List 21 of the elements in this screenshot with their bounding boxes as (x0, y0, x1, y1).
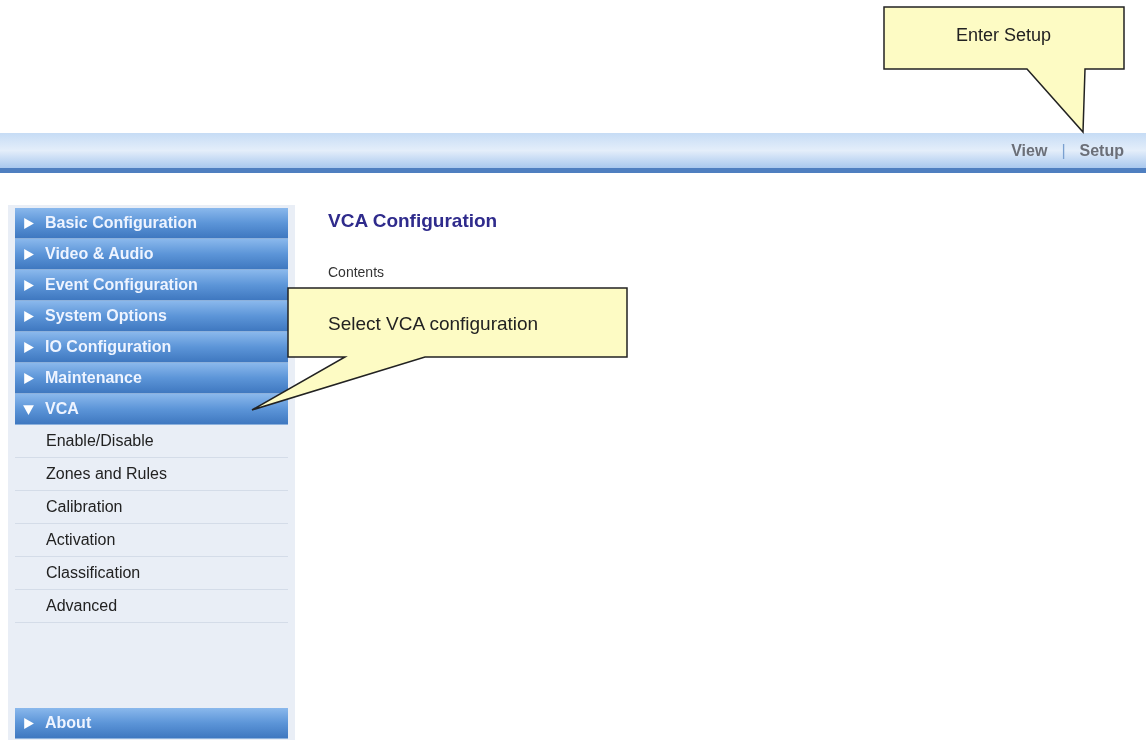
sidebar-subitem[interactable]: Classification (15, 557, 288, 590)
nav-link[interactable]: View (1011, 138, 1048, 163)
sidebar-section-header[interactable]: Maintenance (15, 363, 288, 394)
sidebar-subitem[interactable]: Enable/Disable (15, 425, 288, 458)
sidebar-section-header[interactable]: Event Configuration (15, 270, 288, 301)
contents-label: Contents (328, 262, 386, 282)
nav-link[interactable]: Setup (1079, 138, 1124, 163)
sidebar-subitem[interactable]: Advanced (15, 590, 288, 623)
callout: Select VCA configuration (250, 287, 630, 412)
sidebar-subitem[interactable]: Activation (15, 524, 288, 557)
sidebar-section-header[interactable]: Basic Configuration (15, 208, 288, 239)
sidebar-subitem[interactable]: Calibration (15, 491, 288, 524)
page-title: VCA Configuration (328, 209, 498, 233)
sidebar-section-header[interactable]: About (15, 708, 288, 739)
sidebar-section-header[interactable]: VCA (15, 394, 288, 425)
nav-separator: | (1061, 140, 1066, 161)
sidebar-section-header[interactable]: IO Configuration (15, 332, 288, 363)
sidebar-subitem[interactable]: Zones and Rules (15, 458, 288, 491)
sidebar-section-header[interactable]: System Options (15, 301, 288, 332)
callout: Enter Setup (883, 6, 1126, 134)
sidebar-section-header[interactable]: Video & Audio (15, 239, 288, 270)
